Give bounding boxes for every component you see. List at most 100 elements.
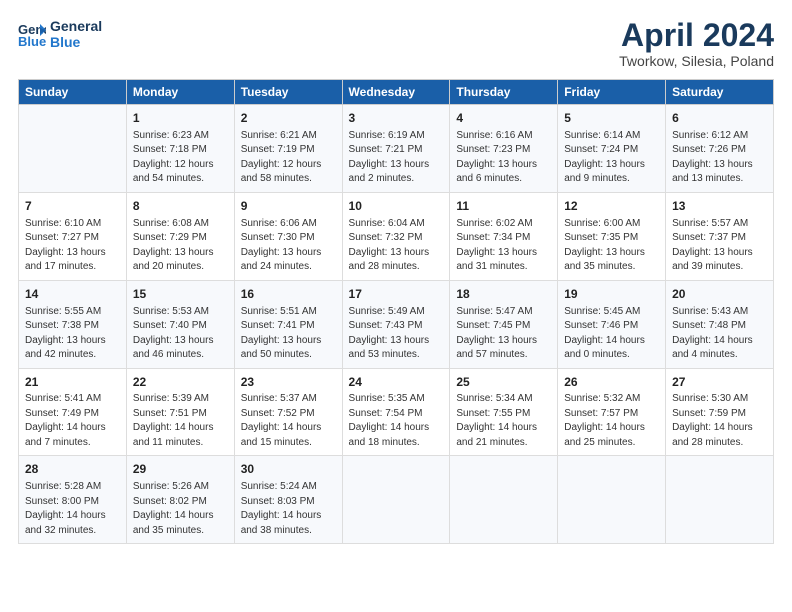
day-content: Sunrise: 6:16 AM Sunset: 7:23 PM Dayligh… (456, 129, 551, 187)
week-row-3: 14 Sunrise: 5:55 AM Sunset: 7:38 PM Dayli… (19, 280, 774, 368)
day-content: Sunrise: 5:28 AM Sunset: 8:00 PM Dayligh… (25, 480, 120, 538)
calendar-cell (666, 456, 774, 544)
header-cell-saturday: Saturday (666, 80, 774, 105)
day-number: 6 (672, 110, 767, 127)
calendar-cell: 15 Sunrise: 5:53 AM Sunset: 7:40 PM Dayli… (126, 280, 234, 368)
calendar-cell: 2Sunrise: 6:21 AM Sunset: 7:19 PM Daylig… (234, 105, 342, 193)
calendar-cell: 27Sunrise: 5:30 AM Sunset: 7:59 PM Dayli… (666, 368, 774, 456)
header-cell-wednesday: Wednesday (342, 80, 450, 105)
logo: General Blue General Blue (18, 18, 102, 50)
calendar-cell: 5 Sunrise: 6:14 AM Sunset: 7:24 PM Daylig… (558, 105, 666, 193)
calendar-cell (450, 456, 558, 544)
day-number: 26 (564, 374, 659, 391)
day-number: 23 (241, 374, 336, 391)
header-cell-monday: Monday (126, 80, 234, 105)
calendar-cell: 17Sunrise: 5:49 AM Sunset: 7:43 PM Dayli… (342, 280, 450, 368)
day-content: Sunrise: 6:21 AM Sunset: 7:19 PM Dayligh… (241, 129, 336, 187)
logo-icon: General Blue (18, 20, 46, 48)
day-number: 15 (133, 286, 228, 303)
title-block: April 2024 Tworkow, Silesia, Poland (619, 18, 774, 69)
calendar-cell: 23Sunrise: 5:37 AM Sunset: 7:52 PM Dayli… (234, 368, 342, 456)
calendar-cell: 14 Sunrise: 5:55 AM Sunset: 7:38 PM Dayli… (19, 280, 127, 368)
calendar-cell: 16Sunrise: 5:51 AM Sunset: 7:41 PM Dayli… (234, 280, 342, 368)
calendar-cell: 6 Sunrise: 6:12 AM Sunset: 7:26 PM Daylig… (666, 105, 774, 193)
day-number: 30 (241, 461, 336, 478)
day-content: Sunrise: 5:41 AM Sunset: 7:49 PM Dayligh… (25, 392, 120, 450)
day-content: Sunrise: 6:12 AM Sunset: 7:26 PM Dayligh… (672, 129, 767, 187)
day-number: 1 (133, 110, 228, 127)
calendar-cell: 20 Sunrise: 5:43 AM Sunset: 7:48 PM Dayli… (666, 280, 774, 368)
day-content: Sunrise: 6:14 AM Sunset: 7:24 PM Dayligh… (564, 129, 659, 187)
calendar-cell (19, 105, 127, 193)
header-cell-thursday: Thursday (450, 80, 558, 105)
calendar-cell: 13 Sunrise: 5:57 AM Sunset: 7:37 PM Dayli… (666, 192, 774, 280)
day-number: 12 (564, 198, 659, 215)
day-content: Sunrise: 6:10 AM Sunset: 7:27 PM Dayligh… (25, 217, 120, 275)
week-row-2: 7 Sunrise: 6:10 AM Sunset: 7:27 PM Daylig… (19, 192, 774, 280)
calendar-cell (558, 456, 666, 544)
day-content: Sunrise: 5:34 AM Sunset: 7:55 PM Dayligh… (456, 392, 551, 450)
day-number: 16 (241, 286, 336, 303)
day-number: 24 (349, 374, 444, 391)
day-number: 7 (25, 198, 120, 215)
day-content: Sunrise: 6:19 AM Sunset: 7:21 PM Dayligh… (349, 129, 444, 187)
day-content: Sunrise: 6:00 AM Sunset: 7:35 PM Dayligh… (564, 217, 659, 275)
calendar-cell: 30 Sunrise: 5:24 AM Sunset: 8:03 PM Dayli… (234, 456, 342, 544)
calendar-cell (342, 456, 450, 544)
day-content: Sunrise: 5:57 AM Sunset: 7:37 PM Dayligh… (672, 217, 767, 275)
day-content: Sunrise: 5:32 AM Sunset: 7:57 PM Dayligh… (564, 392, 659, 450)
day-content: Sunrise: 5:47 AM Sunset: 7:45 PM Dayligh… (456, 305, 551, 363)
calendar-cell: 4 Sunrise: 6:16 AM Sunset: 7:23 PM Daylig… (450, 105, 558, 193)
calendar-cell: 10Sunrise: 6:04 AM Sunset: 7:32 PM Dayli… (342, 192, 450, 280)
day-number: 17 (349, 286, 444, 303)
day-content: Sunrise: 5:39 AM Sunset: 7:51 PM Dayligh… (133, 392, 228, 450)
header-cell-tuesday: Tuesday (234, 80, 342, 105)
svg-text:Blue: Blue (18, 34, 46, 48)
day-number: 9 (241, 198, 336, 215)
day-number: 11 (456, 198, 551, 215)
logo-general: General (50, 18, 102, 34)
calendar-cell: 18 Sunrise: 5:47 AM Sunset: 7:45 PM Dayli… (450, 280, 558, 368)
calendar-cell: 3 Sunrise: 6:19 AM Sunset: 7:21 PM Daylig… (342, 105, 450, 193)
day-number: 27 (672, 374, 767, 391)
calendar-cell: 12 Sunrise: 6:00 AM Sunset: 7:35 PM Dayli… (558, 192, 666, 280)
calendar-cell: 7 Sunrise: 6:10 AM Sunset: 7:27 PM Daylig… (19, 192, 127, 280)
calendar-cell: 24Sunrise: 5:35 AM Sunset: 7:54 PM Dayli… (342, 368, 450, 456)
main-title: April 2024 (619, 18, 774, 53)
day-content: Sunrise: 5:55 AM Sunset: 7:38 PM Dayligh… (25, 305, 120, 363)
day-number: 21 (25, 374, 120, 391)
header-cell-sunday: Sunday (19, 80, 127, 105)
day-content: Sunrise: 6:23 AM Sunset: 7:18 PM Dayligh… (133, 129, 228, 187)
calendar-cell: 29Sunrise: 5:26 AM Sunset: 8:02 PM Dayli… (126, 456, 234, 544)
calendar-cell: 25Sunrise: 5:34 AM Sunset: 7:55 PM Dayli… (450, 368, 558, 456)
day-number: 13 (672, 198, 767, 215)
calendar-cell: 8Sunrise: 6:08 AM Sunset: 7:29 PM Daylig… (126, 192, 234, 280)
day-content: Sunrise: 6:06 AM Sunset: 7:30 PM Dayligh… (241, 217, 336, 275)
day-content: Sunrise: 5:45 AM Sunset: 7:46 PM Dayligh… (564, 305, 659, 363)
day-content: Sunrise: 5:37 AM Sunset: 7:52 PM Dayligh… (241, 392, 336, 450)
day-number: 20 (672, 286, 767, 303)
day-number: 29 (133, 461, 228, 478)
day-content: Sunrise: 5:43 AM Sunset: 7:48 PM Dayligh… (672, 305, 767, 363)
calendar-cell: 22Sunrise: 5:39 AM Sunset: 7:51 PM Dayli… (126, 368, 234, 456)
calendar-cell: 1 Sunrise: 6:23 AM Sunset: 7:18 PM Daylig… (126, 105, 234, 193)
header-cell-friday: Friday (558, 80, 666, 105)
day-number: 4 (456, 110, 551, 127)
day-content: Sunrise: 6:08 AM Sunset: 7:29 PM Dayligh… (133, 217, 228, 275)
day-number: 3 (349, 110, 444, 127)
day-number: 25 (456, 374, 551, 391)
day-content: Sunrise: 5:53 AM Sunset: 7:40 PM Dayligh… (133, 305, 228, 363)
header: General Blue General Blue April 2024 Two… (18, 18, 774, 69)
day-number: 10 (349, 198, 444, 215)
day-number: 5 (564, 110, 659, 127)
day-number: 18 (456, 286, 551, 303)
day-number: 14 (25, 286, 120, 303)
day-number: 19 (564, 286, 659, 303)
day-content: Sunrise: 5:30 AM Sunset: 7:59 PM Dayligh… (672, 392, 767, 450)
calendar-cell: 28Sunrise: 5:28 AM Sunset: 8:00 PM Dayli… (19, 456, 127, 544)
calendar-cell: 9 Sunrise: 6:06 AM Sunset: 7:30 PM Daylig… (234, 192, 342, 280)
day-content: Sunrise: 6:02 AM Sunset: 7:34 PM Dayligh… (456, 217, 551, 275)
day-content: Sunrise: 5:24 AM Sunset: 8:03 PM Dayligh… (241, 480, 336, 538)
week-row-1: 1 Sunrise: 6:23 AM Sunset: 7:18 PM Daylig… (19, 105, 774, 193)
logo-blue: Blue (50, 34, 102, 50)
